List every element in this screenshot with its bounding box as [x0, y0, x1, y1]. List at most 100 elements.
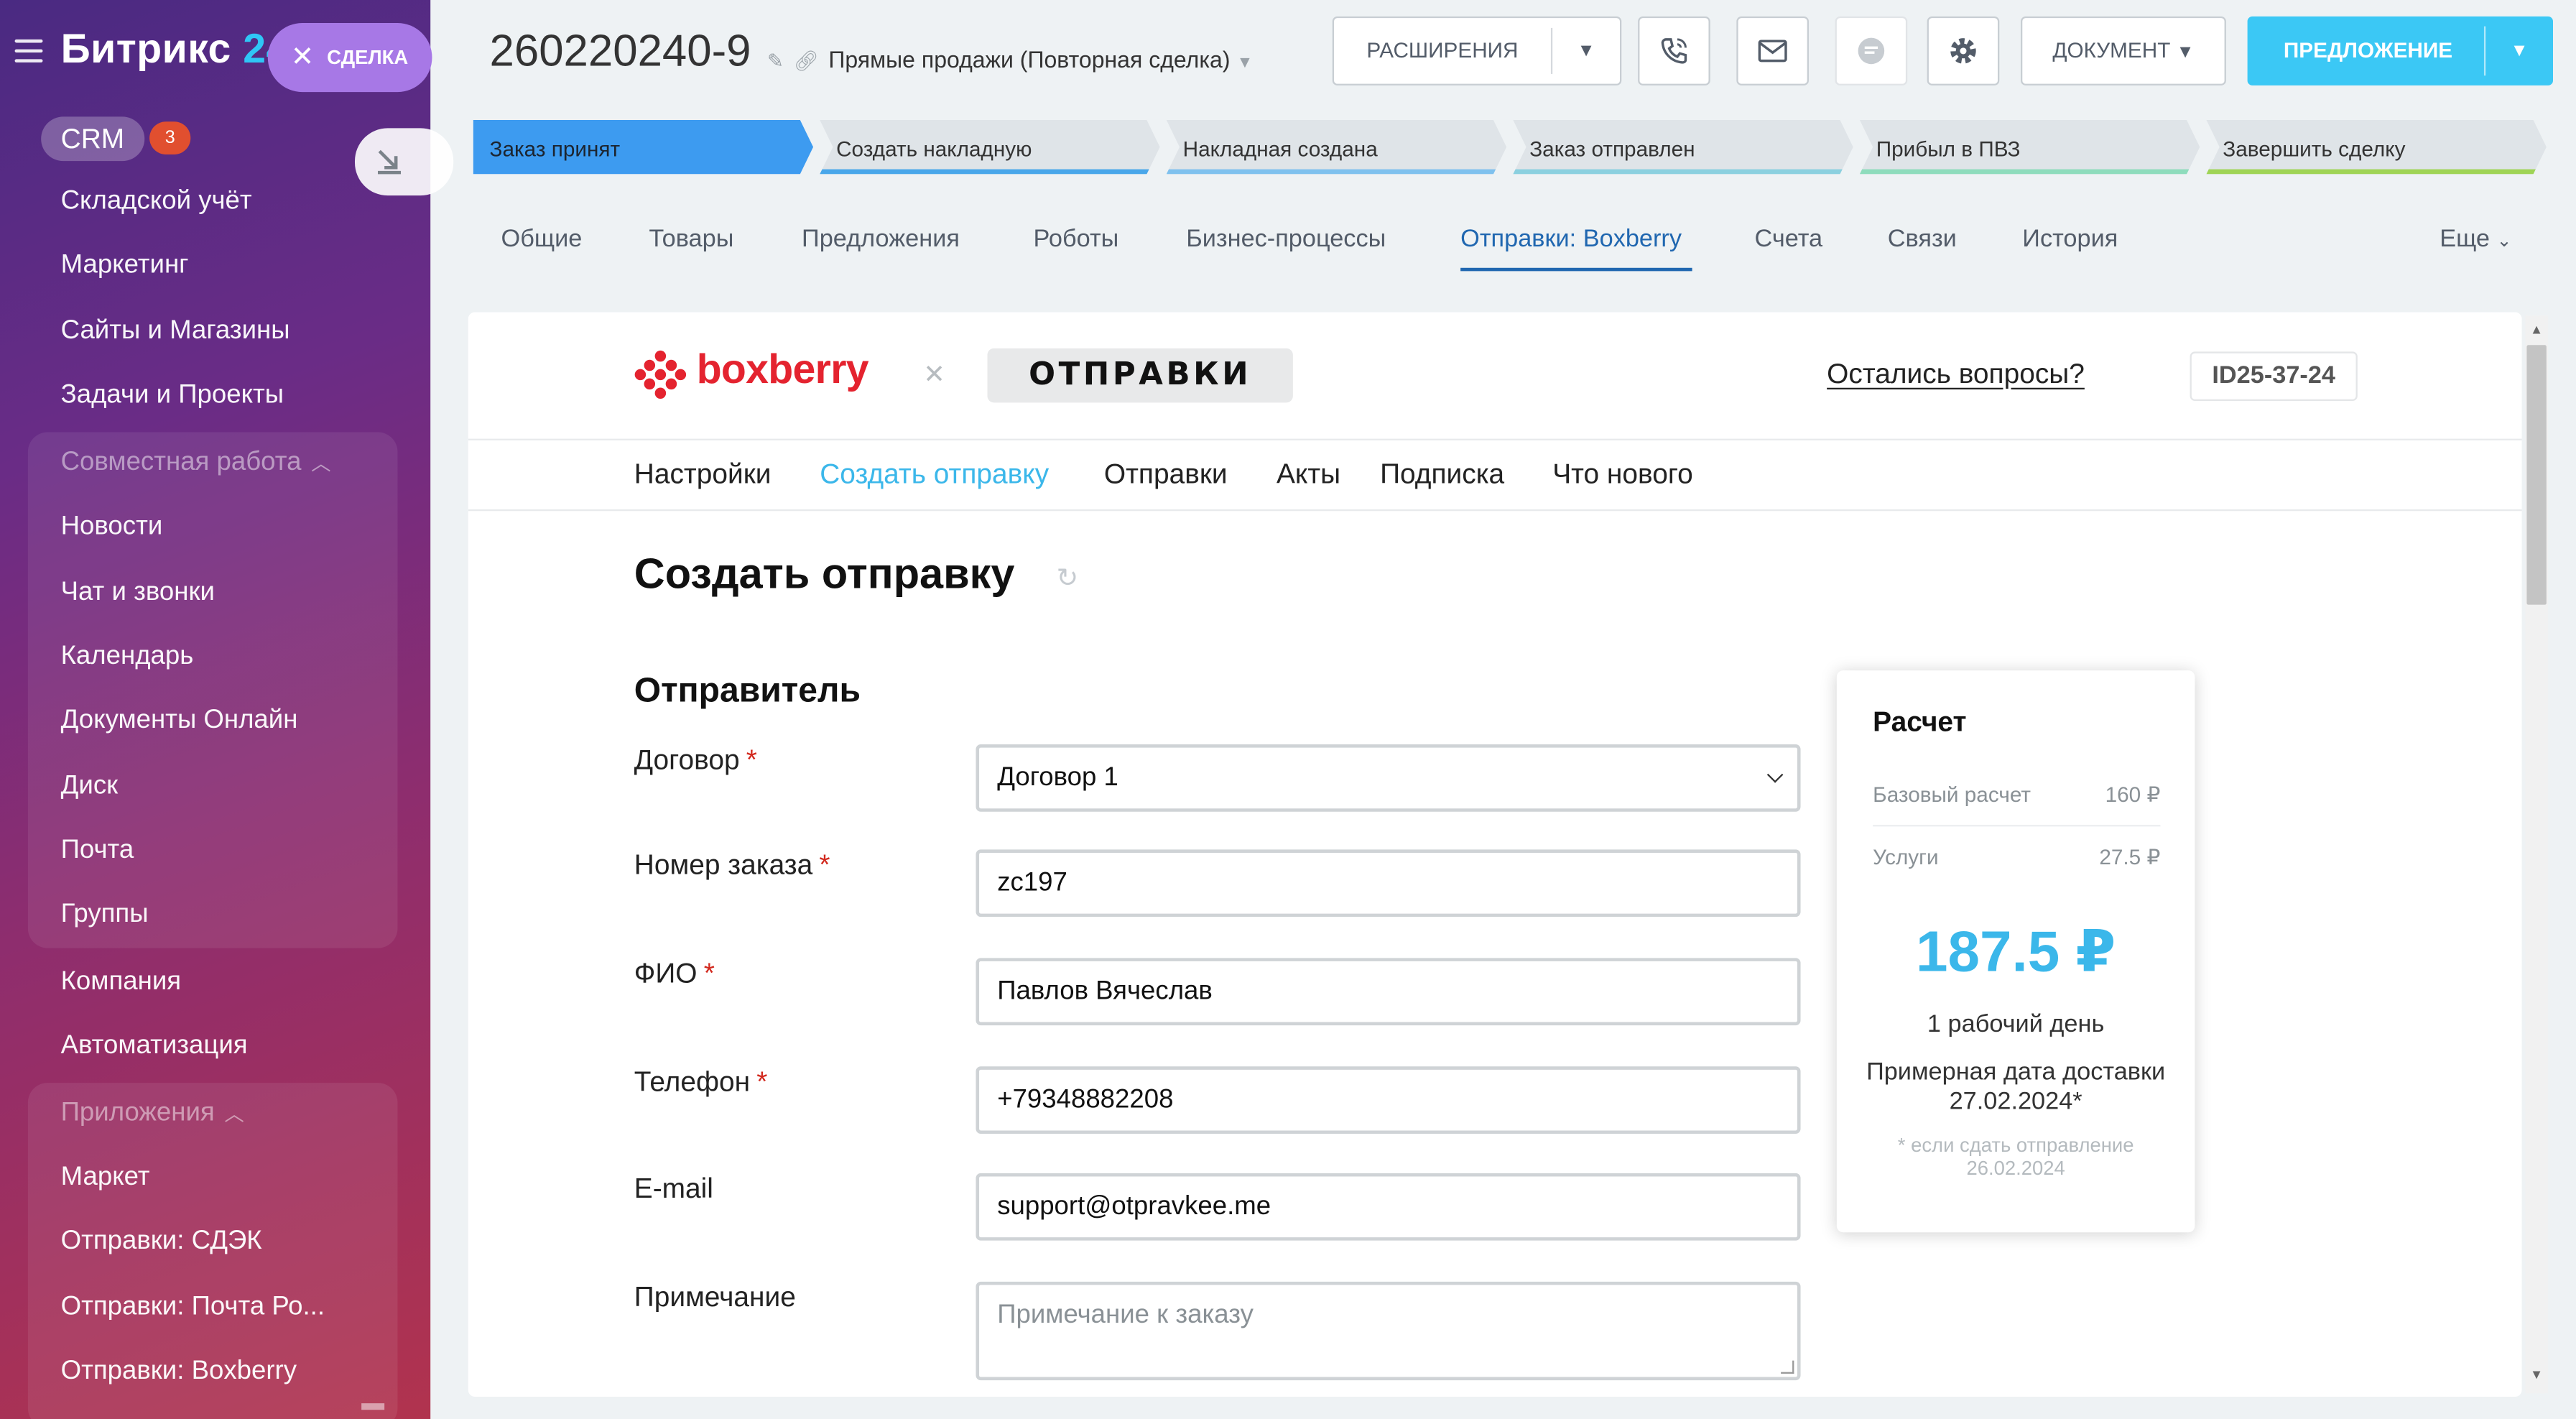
sidebar-item-groups[interactable]: Группы — [61, 900, 149, 930]
sidebar-item-disk[interactable]: Диск — [61, 772, 119, 802]
calc-title: Расчет — [1873, 706, 1967, 738]
divider — [468, 438, 2522, 440]
sidebar-item-docs[interactable]: Документы Онлайн — [61, 706, 298, 736]
note-textarea[interactable]: Примечание к заказу — [976, 1281, 1801, 1381]
chevron-up-icon: ︿ — [224, 1102, 244, 1126]
close-icon: ✕ — [923, 361, 945, 390]
fullname-input[interactable]: Павлов Вячеслав — [976, 958, 1801, 1026]
boxberry-brand: boxberry — [696, 346, 869, 393]
subnav-settings[interactable]: Настройки — [634, 458, 772, 491]
stage-arrived-pickup[interactable]: Прибыл в ПВЗ — [1860, 120, 2200, 174]
calc-total: 187.5 ₽ — [1915, 920, 2116, 984]
sidebar-item-automation[interactable]: Автоматизация — [61, 1032, 248, 1061]
calc-base-row: Базовый расчет 160 ₽ — [1873, 782, 2161, 807]
stage-indicator — [2206, 170, 2546, 175]
sidebar-group-collab-header[interactable]: Совместная работа ︿ — [61, 448, 331, 478]
sidebar-item-chat[interactable]: Чат и звонки — [61, 578, 215, 608]
contract-select[interactable]: Договор 1 — [976, 744, 1801, 812]
tab-invoices[interactable]: Счета — [1755, 225, 1823, 253]
scroll-down-icon[interactable]: ▼ — [2530, 1367, 2543, 1382]
chat-button[interactable] — [1835, 16, 1908, 85]
left-sidebar: Битрикс 24 CRM 3 Складской учёт Маркетин… — [0, 0, 431, 1419]
collapse-arrow-icon — [378, 149, 402, 175]
sidebar-item-news[interactable]: Новости — [61, 513, 163, 542]
chat-icon — [1858, 37, 1885, 65]
email-button[interactable] — [1736, 16, 1809, 85]
stage-order-sent[interactable]: Заказ отправлен — [1513, 120, 1853, 174]
settings-button[interactable] — [1927, 16, 2000, 85]
sidebar-item-calendar[interactable]: Календарь — [61, 642, 194, 672]
account-id-badge: ID25-37-24 — [2190, 351, 2358, 402]
refresh-icon[interactable]: ↻ — [1057, 562, 1079, 595]
stage-create-waybill[interactable]: Создать накладную — [820, 120, 1159, 174]
sidebar-group-apps-header[interactable]: Приложения ︿ — [61, 1099, 244, 1129]
tab-history[interactable]: История — [2022, 225, 2118, 253]
boxberry-app-panel: boxberry ✕ ОТПРАВКИ Остались вопросы? ID… — [468, 312, 2522, 1397]
deal-type-selector[interactable]: ✎ 🔗︎ Прямые продажи (Повторная сделка) ▼ — [767, 46, 1253, 73]
link-icon[interactable]: 🔗︎ — [794, 50, 819, 73]
tab-robots[interactable]: Роботы — [1034, 225, 1119, 253]
stage-finish-deal[interactable]: Завершить сделку — [2206, 120, 2546, 174]
collapse-slider-button[interactable] — [354, 128, 454, 196]
subnav-create-shipment[interactable]: Создать отправку — [820, 458, 1049, 491]
section-title-sender: Отправитель — [634, 672, 861, 710]
tab-links[interactable]: Связи — [1888, 225, 1957, 253]
sidebar-group-collab — [27, 432, 398, 948]
tab-products[interactable]: Товары — [649, 225, 733, 253]
tab-more[interactable]: Еще ⌄ — [2440, 225, 2511, 253]
subnav-subscription[interactable]: Подписка — [1380, 458, 1504, 491]
offer-button[interactable]: ПРЕДЛОЖЕНИЕ ▼ — [2247, 16, 2553, 85]
close-deal-pill[interactable]: ✕ СДЕЛКА — [267, 23, 432, 93]
help-link[interactable]: Остались вопросы? — [1827, 359, 2085, 392]
sidebar-item-mail[interactable]: Почта — [61, 836, 134, 866]
sidebar-item-cdek[interactable]: Отправки: СДЭК — [61, 1227, 262, 1257]
subnav-whats-new[interactable]: Что нового — [1552, 458, 1693, 491]
sidebar-item-market[interactable]: Маркет — [61, 1163, 150, 1193]
order-number-input[interactable]: zc197 — [976, 849, 1801, 918]
tab-general[interactable]: Общие — [501, 225, 583, 253]
sidebar-item-sites[interactable]: Сайты и Магазины — [61, 317, 290, 346]
resize-grip-icon[interactable] — [1781, 1360, 1794, 1374]
sidebar-item-marketing[interactable]: Маркетинг — [61, 251, 189, 281]
document-button[interactable]: ДОКУМЕНТ ▼ — [2021, 16, 2226, 85]
chevron-down-icon[interactable]: ▼ — [2483, 26, 2553, 76]
phone-label: Телефон * — [634, 1066, 768, 1098]
chevron-down-icon: ▼ — [1236, 54, 1254, 73]
tab-offers[interactable]: Предложения — [802, 225, 960, 253]
phone-button[interactable] — [1638, 16, 1710, 85]
extensions-button[interactable]: РАСШИРЕНИЯ ▼ — [1332, 16, 1622, 85]
phone-input[interactable]: +79348882208 — [976, 1066, 1801, 1134]
sidebar-item-boxberry[interactable]: Отправки: Boxberry — [61, 1357, 297, 1387]
subnav-acts[interactable]: Акты — [1277, 458, 1340, 491]
calc-estimated-date: Примерная дата доставки 27.02.2024* — [1866, 1058, 2166, 1116]
note-label: Примечание — [634, 1281, 796, 1313]
scroll-up-icon[interactable]: ▲ — [2530, 322, 2543, 337]
gear-icon — [1950, 38, 1976, 64]
email-label: E-mail — [634, 1173, 713, 1205]
tab-boxberry[interactable]: Отправки: Boxberry — [1460, 225, 1682, 253]
sidebar-item-warehouse[interactable]: Складской учёт — [61, 188, 252, 217]
content-scrollbar-thumb[interactable] — [2526, 345, 2547, 605]
sidebar-item-tasks[interactable]: Задачи и Проекты — [61, 382, 284, 411]
order-number-label: Номер заказа * — [634, 849, 830, 881]
fullname-label: ФИО * — [634, 958, 715, 989]
tab-bizproc[interactable]: Бизнес-процессы — [1186, 225, 1386, 253]
sidebar-item-company[interactable]: Компания — [61, 968, 181, 997]
stage-indicator — [820, 170, 1159, 175]
app-root: Битрикс 24 CRM 3 Складской учёт Маркетин… — [0, 0, 2576, 1419]
sidebar-scroll-handle-icon[interactable] — [361, 1403, 385, 1410]
menu-icon[interactable] — [14, 39, 43, 63]
chevron-down-icon[interactable]: ▼ — [1550, 27, 1620, 74]
subnav-shipments[interactable]: Отправки — [1104, 458, 1228, 491]
deal-title: 260220240-9 — [489, 26, 751, 76]
stage-indicator — [1513, 170, 1853, 175]
sidebar-item-russianpost[interactable]: Отправки: Почта Ро... — [61, 1293, 325, 1323]
chevron-up-icon: ︿ — [311, 451, 331, 475]
stage-order-accepted[interactable]: Заказ принят — [473, 120, 813, 174]
bitrix-logo[interactable]: Битрикс 24 — [61, 27, 289, 74]
stage-waybill-created[interactable]: Накладная создана — [1167, 120, 1506, 174]
sidebar-item-crm[interactable]: CRM — [41, 116, 144, 162]
email-input[interactable]: support@otpravkee.me — [976, 1173, 1801, 1241]
pencil-icon[interactable]: ✎ — [767, 50, 784, 73]
phone-icon — [1661, 38, 1687, 64]
